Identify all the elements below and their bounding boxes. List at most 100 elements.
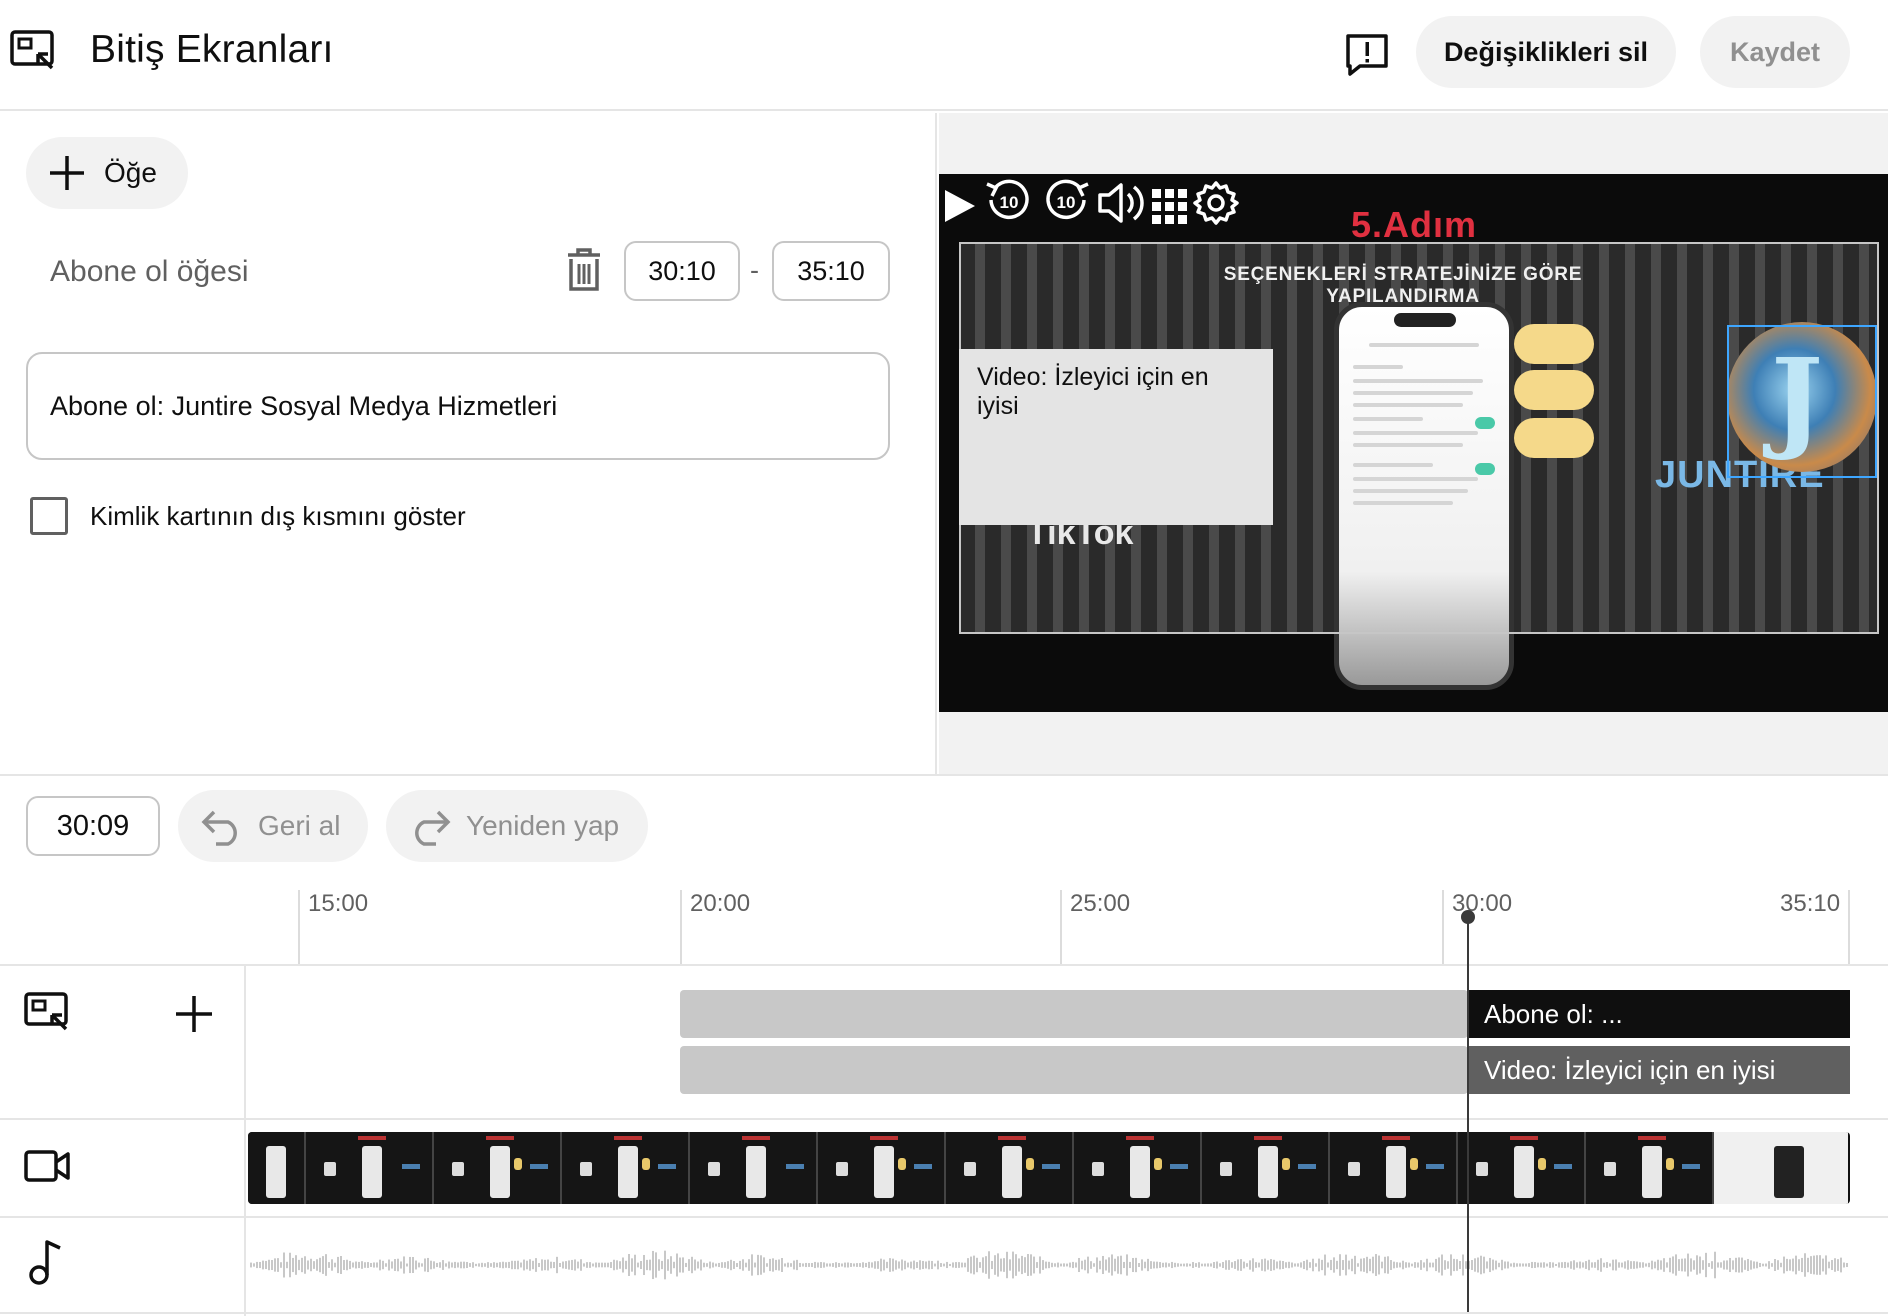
waveform-bar [829, 1263, 831, 1267]
discard-changes-button[interactable]: Değişiklikleri sil [1416, 16, 1676, 88]
waveform-bar [595, 1262, 597, 1268]
waveform-bar [1642, 1262, 1644, 1268]
music-note-icon [29, 1240, 61, 1285]
redo-button[interactable]: Yeniden yap [386, 790, 648, 862]
grid-icon[interactable] [1151, 188, 1189, 226]
audio-waveform[interactable] [248, 1230, 1850, 1300]
start-time-input[interactable]: 30:10 [624, 241, 740, 301]
waveform-bar [1300, 1262, 1302, 1268]
waveform-bar [1729, 1257, 1731, 1273]
waveform-bar [1339, 1254, 1341, 1276]
waveform-bar [523, 1259, 525, 1271]
waveform-bar [910, 1261, 912, 1269]
video-element-overlay[interactable]: Video: İzleyici için en iyisi [959, 349, 1273, 525]
waveform-bar [787, 1262, 789, 1268]
settings-icon[interactable] [1193, 180, 1240, 226]
waveform-bar [1846, 1262, 1848, 1268]
waveform-bar [613, 1259, 615, 1271]
frame-tiktok [1092, 1162, 1104, 1176]
waveform-bar [1666, 1262, 1668, 1268]
waveform-bar [1795, 1255, 1797, 1275]
waveform-bar [550, 1261, 552, 1269]
waveform-bar [346, 1259, 348, 1271]
video-element-bar[interactable]: Video: İzleyici için en iyisi [1468, 1046, 1850, 1094]
waveform-bar [1591, 1262, 1593, 1268]
waveform-bar [1279, 1260, 1281, 1270]
subscribe-element-bar[interactable]: Abone ol: ... [1468, 990, 1850, 1038]
waveform-bar [691, 1256, 693, 1274]
waveform-bar [1153, 1261, 1155, 1269]
waveform-bar [1297, 1263, 1299, 1267]
waveform-bar [301, 1257, 303, 1273]
frame-tiktok [964, 1162, 976, 1176]
waveform-bar [1720, 1262, 1722, 1268]
waveform-bar [940, 1263, 942, 1267]
frame-hand [1538, 1158, 1546, 1170]
waveform-bar [907, 1262, 909, 1268]
plus-icon[interactable] [174, 994, 214, 1034]
add-element-button[interactable]: Öğe [26, 137, 188, 209]
waveform-bar [547, 1259, 549, 1271]
waveform-bar [988, 1251, 990, 1279]
channel-field[interactable]: Abone ol: Juntire Sosyal Medya Hizmetler… [26, 352, 890, 460]
waveform-bar [1381, 1261, 1383, 1269]
waveform-bar [871, 1262, 873, 1268]
frame-phone [1130, 1146, 1150, 1198]
waveform-bar [1450, 1254, 1452, 1276]
waveform-bar [979, 1262, 981, 1268]
rewind-10-icon[interactable]: 10 [983, 174, 1035, 226]
waveform-bar [784, 1263, 786, 1267]
waveform-bar [682, 1257, 684, 1273]
filmstrip-frame [946, 1132, 1074, 1204]
waveform-bar [1735, 1257, 1737, 1273]
waveform-bar [1609, 1263, 1611, 1267]
volume-icon[interactable] [1096, 180, 1146, 226]
waveform-bar [1006, 1251, 1008, 1279]
end-time-input[interactable]: 35:10 [772, 241, 890, 301]
waveform-bar [1459, 1261, 1461, 1269]
waveform-bar [1783, 1256, 1785, 1274]
waveform-bar [1561, 1262, 1563, 1268]
video-preview[interactable]: 5.Adım SEÇENEKLERİ STRATEJİNİZE GÖRE YAP… [939, 174, 1888, 712]
waveform-bar [1288, 1261, 1290, 1269]
waveform-bar [1597, 1259, 1599, 1271]
waveform-bar [1417, 1262, 1419, 1268]
play-icon[interactable] [939, 186, 979, 226]
waveform-bar [514, 1260, 516, 1270]
frame-title [486, 1136, 514, 1140]
show-card-exterior-row[interactable]: Kimlik kartının dış kısmını göster [30, 497, 466, 535]
waveform-bar [730, 1259, 732, 1271]
waveform-bar [1393, 1261, 1395, 1269]
frame-tiktok [1604, 1162, 1616, 1176]
waveform-bar [460, 1261, 462, 1269]
save-button[interactable]: Kaydet [1700, 16, 1850, 88]
waveform-bar [1435, 1258, 1437, 1272]
feedback-icon[interactable] [1344, 32, 1390, 78]
frame-phone [874, 1146, 894, 1198]
video-filmstrip[interactable] [248, 1132, 1850, 1204]
element-bar-range[interactable] [680, 990, 1468, 1038]
forward-10-icon[interactable]: 10 [1040, 174, 1092, 226]
ruler-tick [1848, 890, 1850, 964]
show-card-exterior-checkbox[interactable] [30, 497, 68, 535]
waveform-bar [1615, 1259, 1617, 1271]
undo-button[interactable]: Geri al [178, 790, 368, 862]
element-bar-range[interactable] [680, 1046, 1468, 1094]
trash-icon[interactable] [564, 247, 604, 293]
waveform-bar [1192, 1262, 1194, 1268]
ruler-label: 35:10 [1780, 890, 1841, 917]
waveform-bar [1711, 1261, 1713, 1269]
subscribe-element-overlay[interactable] [1727, 325, 1877, 478]
forward-seconds: 10 [1056, 193, 1075, 212]
waveform-bar [994, 1255, 996, 1275]
playhead[interactable] [1467, 912, 1469, 1312]
waveform-bar [580, 1259, 582, 1271]
waveform-bar [1069, 1262, 1071, 1268]
current-time-input[interactable]: 30:09 [26, 796, 160, 856]
waveform-bar [625, 1260, 627, 1270]
playhead-handle[interactable] [1461, 910, 1475, 924]
waveform-bar [706, 1263, 708, 1267]
waveform-bar [457, 1262, 459, 1268]
waveform-bar [442, 1260, 444, 1270]
waveform-bar [382, 1260, 384, 1270]
